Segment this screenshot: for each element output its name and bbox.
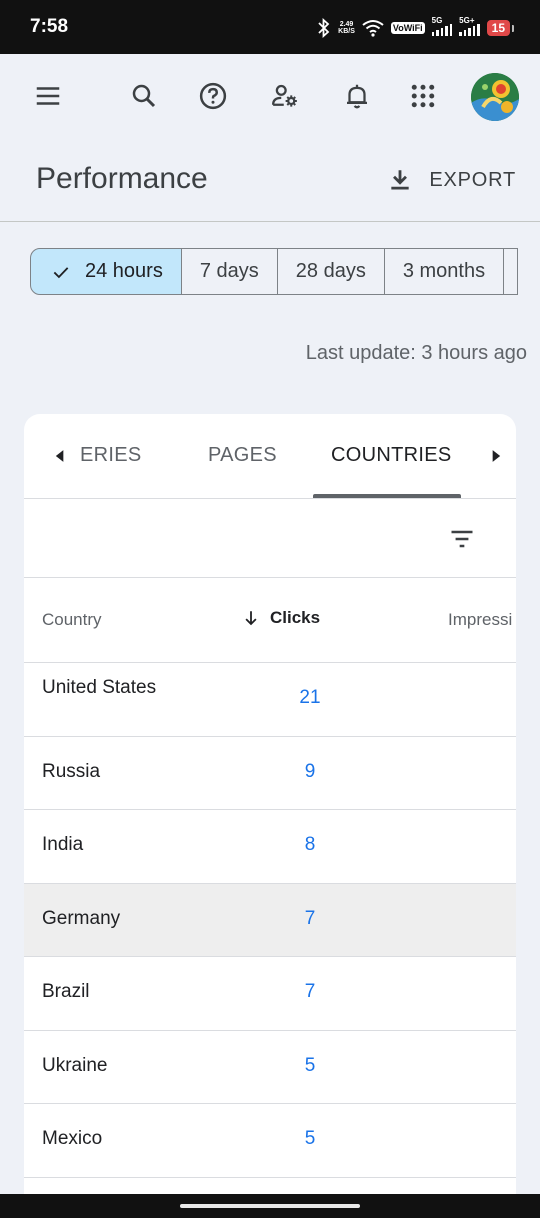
table-row[interactable]: India 8 bbox=[24, 810, 516, 884]
tabs-scroll-left-button[interactable] bbox=[48, 444, 72, 468]
export-button[interactable]: EXPORT bbox=[387, 162, 516, 198]
country-cell: Ukraine bbox=[42, 1054, 108, 1076]
filter-icon bbox=[451, 530, 473, 548]
table-row[interactable]: United States 21 bbox=[24, 663, 516, 737]
network-speed: 2.49 KB/S bbox=[338, 21, 355, 35]
wifi-icon bbox=[362, 20, 384, 37]
system-navigation-bar bbox=[0, 1194, 540, 1218]
sort-descending-icon bbox=[245, 611, 257, 626]
active-tab-indicator bbox=[313, 494, 461, 498]
clicks-cell: 5 bbox=[304, 1054, 316, 1076]
clicks-cell: 9 bbox=[304, 760, 316, 782]
menu-icon bbox=[36, 87, 60, 105]
last-update-text: Last update: 3 hours ago bbox=[305, 342, 527, 364]
table-row[interactable]: Brazil 7 bbox=[24, 957, 516, 1031]
status-time: 7:58 bbox=[30, 16, 69, 37]
table-row[interactable]: Mexico 5 bbox=[24, 1104, 516, 1178]
country-cell: Germany bbox=[42, 907, 121, 929]
clicks-cell: 5 bbox=[304, 1128, 316, 1149]
column-header-country[interactable]: Country bbox=[42, 610, 102, 630]
table-toolbar bbox=[24, 499, 516, 578]
status-bar: 7:58 2.49 KB/S VoWiFi 5G 5G+ 15 bbox=[0, 0, 540, 54]
bluetooth-icon bbox=[318, 18, 330, 38]
range-chip-3-months[interactable]: 3 months bbox=[384, 248, 505, 295]
table-header: Country Clicks Impressi bbox=[24, 578, 516, 663]
country-cell: Russia bbox=[42, 760, 101, 782]
country-cell: Mexico bbox=[42, 1128, 103, 1149]
help-icon bbox=[199, 82, 227, 110]
notifications-button[interactable] bbox=[333, 72, 381, 120]
bell-icon bbox=[347, 84, 367, 109]
clicks-cell: 7 bbox=[304, 907, 316, 929]
download-icon bbox=[391, 170, 409, 190]
table-row[interactable]: Russia 9 bbox=[24, 737, 516, 810]
search-icon bbox=[132, 84, 156, 108]
clicks-cell: 8 bbox=[304, 834, 316, 855]
range-chip-more[interactable] bbox=[504, 248, 519, 295]
country-cell: India bbox=[42, 834, 84, 855]
menu-button[interactable] bbox=[24, 72, 72, 120]
tab-pages[interactable]: PAGES bbox=[208, 444, 277, 467]
clicks-cell: 7 bbox=[304, 981, 316, 1002]
manage-accounts-icon bbox=[272, 84, 297, 107]
tab-queries[interactable]: ERIES bbox=[80, 444, 142, 467]
filter-button[interactable] bbox=[440, 517, 484, 561]
table-body: United States 21 Russia 9 India 8 German… bbox=[24, 663, 516, 1178]
search-button[interactable] bbox=[120, 72, 168, 120]
check-icon bbox=[53, 266, 69, 278]
battery-indicator: 15 bbox=[486, 20, 515, 36]
table-row[interactable]: Ukraine 5 bbox=[24, 1031, 516, 1104]
tab-countries[interactable]: COUNTRIES bbox=[331, 444, 451, 467]
clicks-cell: 21 bbox=[299, 687, 321, 708]
home-gesture-handle[interactable] bbox=[180, 1204, 360, 1208]
country-cell: Brazil bbox=[42, 981, 90, 1002]
date-range-selector: 24 hours 7 days 28 days 3 months bbox=[30, 248, 540, 295]
help-button[interactable] bbox=[189, 72, 237, 120]
chevron-right-icon bbox=[492, 450, 501, 462]
range-chip-7-days[interactable]: 7 days bbox=[181, 248, 278, 295]
export-label: EXPORT bbox=[429, 168, 516, 191]
apps-button[interactable] bbox=[399, 72, 447, 120]
manage-accounts-button[interactable] bbox=[261, 72, 309, 120]
range-chip-28-days[interactable]: 28 days bbox=[277, 248, 385, 295]
dimension-tabs: ERIES PAGES COUNTRIES bbox=[24, 414, 516, 499]
signal-sim2-icon: 5G+ bbox=[459, 16, 480, 36]
tabs-scroll-right-button[interactable] bbox=[484, 444, 508, 468]
signal-sim1-icon: 5G bbox=[431, 16, 453, 36]
apps-grid-icon bbox=[411, 84, 435, 108]
profile-picture bbox=[471, 73, 519, 121]
column-header-impressions[interactable]: Impressi bbox=[448, 610, 512, 630]
page-header: Performance EXPORT bbox=[0, 140, 540, 222]
chevron-left-icon bbox=[55, 450, 64, 462]
vowifi-badge: VoWiFi bbox=[390, 22, 425, 34]
range-chip-24-hours[interactable]: 24 hours bbox=[30, 248, 182, 295]
avatar[interactable] bbox=[471, 73, 519, 121]
dimension-table-card: ERIES PAGES COUNTRIES Country Clicks Imp… bbox=[24, 414, 516, 1214]
top-app-bar bbox=[0, 54, 540, 140]
country-cell: United States bbox=[42, 677, 157, 698]
status-icons: 2.49 KB/S VoWiFi 5G 5G+ 15 bbox=[317, 16, 515, 40]
page-title: Performance bbox=[36, 162, 208, 195]
table-row[interactable]: Germany 7 bbox=[24, 883, 516, 957]
column-header-clicks[interactable]: Clicks bbox=[242, 608, 320, 628]
